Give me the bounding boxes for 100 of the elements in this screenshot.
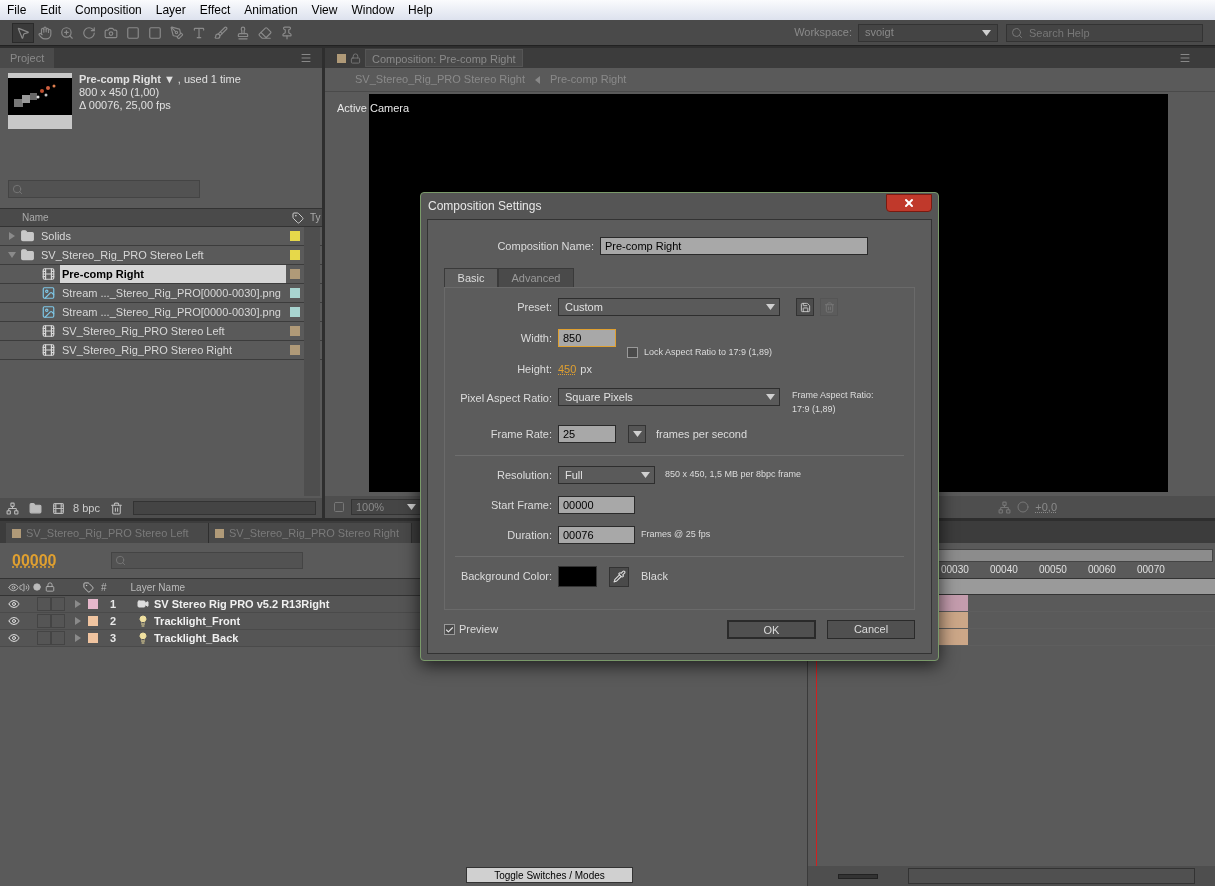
- field-label: Resolution:: [495, 467, 552, 483]
- menu-item[interactable]: Help: [408, 1, 433, 19]
- dialog-title: Composition Settings: [427, 198, 542, 215]
- checkbox[interactable]: [627, 347, 638, 359]
- usage-text: , used 1 time: [177, 73, 241, 86]
- save-preset-button[interactable]: [796, 298, 814, 316]
- toggle-switches-button[interactable]: Toggle Switches / Modes: [466, 867, 633, 883]
- film-icon: [41, 324, 56, 338]
- layer-number: 2: [110, 613, 118, 629]
- switch-cell[interactable]: [51, 597, 65, 611]
- ruler-label: 00040: [990, 563, 1019, 577]
- light-bulb-icon: [137, 615, 149, 627]
- unit-label: px: [580, 361, 592, 377]
- menu-item[interactable]: Window: [351, 1, 395, 19]
- menu-item[interactable]: Edit: [40, 1, 62, 19]
- new-folder-icon[interactable]: [29, 501, 42, 515]
- menu-item[interactable]: File: [7, 1, 27, 19]
- expand-triangle-icon[interactable]: [74, 600, 82, 608]
- expand-triangle-icon[interactable]: [74, 634, 82, 642]
- column-header[interactable]: #: [101, 579, 107, 595]
- dialog-tab[interactable]: Advanced: [498, 268, 574, 287]
- layer-name[interactable]: SV Stereo Rig PRO v5.2 R13Right: [154, 595, 330, 613]
- panel-menu-icon[interactable]: [300, 52, 312, 64]
- item-name[interactable]: Pre-comp Right ▼: [79, 73, 175, 86]
- horizontal-scrollbar[interactable]: [132, 501, 316, 515]
- project-item[interactable]: SV_Stereo_Rig_PRO Stereo Right: [60, 341, 286, 359]
- eyedropper-button[interactable]: [609, 566, 629, 587]
- duration-info: Frames @ 25 fps: [641, 528, 711, 542]
- viewer-option-icon[interactable]: [333, 501, 345, 513]
- ok-button[interactable]: OK: [727, 620, 816, 639]
- visibility-toggle[interactable]: [8, 632, 20, 644]
- menu-item[interactable]: Effect: [199, 1, 231, 19]
- audio-icon: [19, 581, 30, 593]
- camera-icon: [136, 598, 150, 610]
- cancel-button[interactable]: Cancel: [827, 620, 915, 639]
- expand-triangle-icon[interactable]: [8, 251, 16, 259]
- visibility-toggle[interactable]: [8, 615, 20, 627]
- layer-number: 3: [110, 630, 118, 646]
- dropdown[interactable]: Custom: [558, 298, 780, 316]
- dropdown-caret-icon: [982, 29, 991, 36]
- input-field[interactable]: Pre-comp Right: [600, 237, 868, 255]
- visibility-toggle[interactable]: [8, 598, 20, 610]
- field-label: Duration:: [506, 527, 552, 543]
- checkbox[interactable]: [444, 624, 455, 635]
- color-name: Black: [641, 569, 668, 585]
- label-tag-icon: [292, 211, 304, 224]
- menu-item[interactable]: Layer: [155, 1, 186, 19]
- search-field[interactable]: [8, 180, 200, 198]
- current-time[interactable]: 00000: [12, 548, 57, 573]
- new-comp-icon[interactable]: [52, 501, 65, 515]
- layer-name[interactable]: Tracklight_Front: [154, 612, 241, 630]
- layer-name[interactable]: Tracklight_Back: [154, 629, 239, 647]
- input-field[interactable]: 00076: [558, 526, 635, 544]
- menu-item[interactable]: View: [311, 1, 338, 19]
- frame-aspect-value: 17:9 (1,89): [792, 403, 837, 416]
- dropdown[interactable]: Square Pixels: [558, 388, 780, 406]
- menu-item[interactable]: Animation: [244, 1, 298, 19]
- selection-tool-icon[interactable]: [12, 22, 34, 43]
- project-item[interactable]: Pre-comp Right: [60, 265, 286, 283]
- project-item[interactable]: SV_Stereo_Rig_PRO Stereo Left: [60, 322, 286, 340]
- project-item[interactable]: SV_Stereo_Rig_PRO Stereo Left: [39, 246, 286, 264]
- dropdown[interactable]: Full: [558, 466, 655, 484]
- field-label: Background Color:: [459, 569, 552, 585]
- column-header[interactable]: Name: [0, 210, 292, 225]
- trash-icon: [823, 301, 835, 313]
- item-duration: Δ 00076, 25,00 fps: [79, 99, 172, 112]
- panel-menu-icon[interactable]: [1179, 52, 1191, 64]
- dropdown-button[interactable]: [628, 425, 646, 443]
- input-field[interactable]: 25: [558, 425, 616, 443]
- project-item[interactable]: Stream ..._Stereo_Rig_PRO[0000-0030].png: [60, 303, 286, 321]
- switch-cell[interactable]: [37, 597, 51, 611]
- resolution-info: 850 x 450, 1,5 MB per 8bpc frame: [665, 468, 802, 482]
- expand-triangle-icon[interactable]: [74, 617, 82, 625]
- layer-number: 1: [110, 596, 118, 612]
- height-value[interactable]: 450: [558, 360, 577, 377]
- camera-label: Active Camera: [337, 101, 410, 116]
- search-icon: [1011, 26, 1023, 39]
- horizontal-scrollbar[interactable]: [908, 868, 1195, 884]
- input-field[interactable]: 00000: [558, 496, 635, 514]
- input-field[interactable]: 850: [558, 329, 616, 347]
- ruler-label: 00060: [1088, 563, 1117, 577]
- delete-preset-button[interactable]: [820, 298, 838, 316]
- expand-triangle-icon[interactable]: [8, 232, 16, 240]
- zoom-dropdown[interactable]: 100%: [351, 499, 421, 515]
- lock-icon[interactable]: [350, 52, 361, 64]
- ruler-label: 00050: [1039, 563, 1068, 577]
- field-label: Width:: [519, 330, 552, 346]
- project-item[interactable]: Stream ..._Stereo_Rig_PRO[0000-0030].png: [60, 284, 286, 302]
- bit-depth-button[interactable]: 8 bpc: [73, 499, 100, 517]
- column-header[interactable]: Layer Name: [130, 579, 186, 595]
- menu-item[interactable]: Composition: [75, 1, 142, 19]
- search-field[interactable]: [110, 552, 303, 569]
- delete-icon[interactable]: [109, 501, 123, 515]
- dialog-tab[interactable]: Basic: [444, 268, 498, 287]
- project-item[interactable]: Solids: [39, 227, 286, 245]
- column-header[interactable]: Ty: [310, 210, 322, 225]
- flowchart-icon[interactable]: [998, 500, 1012, 514]
- workspace-dropdown[interactable]: svoigt: [858, 23, 998, 42]
- close-button[interactable]: [886, 194, 932, 212]
- color-swatch[interactable]: [558, 566, 597, 587]
